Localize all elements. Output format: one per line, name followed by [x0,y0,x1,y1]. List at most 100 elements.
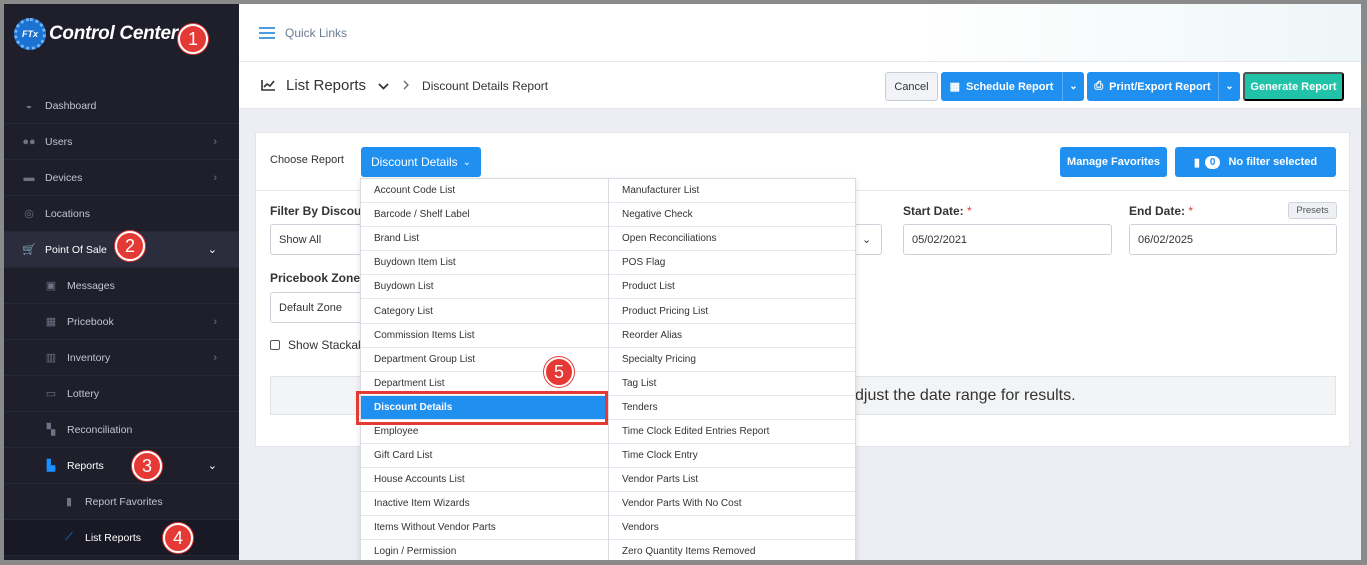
sidebar-item-inventory[interactable]: ▥ Inventory › [4,340,239,376]
bookmark-icon: ▮ [65,496,73,508]
report-menu-item[interactable]: Brand List [361,227,608,252]
schedule-report-label: Schedule Report [966,80,1054,93]
report-menu-item[interactable]: Gift Card List [361,444,608,469]
chevron-right-icon: › [213,351,217,364]
report-menu-item[interactable]: Login / Permission [361,540,608,565]
chevron-down-icon: ⌄ [462,156,472,168]
generate-report-button[interactable]: Generate Report [1243,72,1344,101]
filter-text: No filter selected [1228,156,1318,168]
sidebar-item-label: List Reports [85,531,142,544]
chevron-right-icon: › [213,135,217,148]
cancel-button[interactable]: Cancel [885,72,938,101]
sidebar-item-label: Reconciliation [67,423,133,436]
filter-icon: ▮ [1193,156,1200,169]
show-stackable-label: Show Stackab [288,338,365,352]
annotation-badge-5: 5 [544,357,574,387]
calendar-icon: ▦ [949,81,960,93]
required-marker: * [967,204,972,218]
chevron-right-icon: › [213,315,217,328]
report-menu-item[interactable]: Manufacturer List [609,179,855,204]
presets-button[interactable]: Presets [1288,202,1337,219]
report-menu-item[interactable]: Time Clock Entry [609,444,855,469]
report-menu-item[interactable]: Items Without Vendor Parts [361,516,608,541]
inventory-icon: ▥ [45,352,57,364]
sidebar-item-devices[interactable]: ▬ Devices › [4,160,239,196]
sidebar-item-list-reports[interactable]: ⟋ List Reports [4,520,239,556]
sidebar-item-label: Messages [67,279,115,292]
report-menu-right-column: Manufacturer List Negative Check Open Reco… [608,179,855,565]
report-menu-item[interactable]: Commission Items List [361,324,608,348]
report-menu-item[interactable]: Time Clock Edited Entries Report [609,420,855,445]
report-menu-item[interactable]: Category List [361,299,608,324]
report-menu-item[interactable]: Open Reconciliations [609,227,855,252]
pricebook-zone-select[interactable]: Default Zone [270,292,370,323]
calculator-icon: ▦ [45,316,57,328]
report-menu-item[interactable]: Buydown Item List [361,251,608,276]
report-menu-item[interactable]: Zero Quantity Items Removed [609,540,855,565]
sidebar-item-dashboard[interactable]: ◒ Dashboard [4,88,239,124]
chevron-down-icon[interactable]: ⌄ [1218,72,1240,101]
end-date-input[interactable]: 06/02/2025 [1129,224,1337,255]
report-menu-item[interactable]: Product Pricing List [609,299,855,324]
chevron-right-icon [403,79,410,93]
sidebar-item-reconciliation[interactable]: ▚ Reconciliation [4,412,239,448]
filter-by-select[interactable]: Show All [270,224,370,255]
sidebar-item-reports[interactable]: ▙ Reports ⌄ [4,448,239,484]
report-menu-item[interactable]: Specialty Pricing [609,348,855,372]
chevron-down-icon: ⌄ [207,244,217,256]
report-menu-item[interactable]: Tenders [609,396,855,420]
sidebar-item-lottery[interactable]: ▭ Lottery [4,376,239,412]
sidebar-item-report-favorites[interactable]: ▮ Report Favorites [4,484,239,520]
report-menu-item[interactable]: Inactive Item Wizards [361,492,608,517]
sidebar-item-locations[interactable]: ◎ Locations [4,196,239,232]
manage-favorites-button[interactable]: Manage Favorites [1060,147,1167,177]
location-pin-icon: ◎ [24,208,34,220]
report-menu-item[interactable]: Product List [609,275,855,300]
filter-button[interactable]: ▮ 0 No filter selected [1175,147,1336,177]
checkbox-icon[interactable] [270,340,280,350]
brand-name: Control Center [49,23,178,44]
report-menu-item[interactable]: Reorder Alias [609,324,855,348]
report-menu-item[interactable]: Barcode / Shelf Label [361,203,608,228]
sidebar-item-users[interactable]: ●● Users › [4,124,239,160]
end-date-label-text: End Date: [1129,204,1186,218]
print-export-label: Print/Export Report [1109,80,1211,93]
notice-text: djust the date range for results. [855,386,1076,404]
annotation-badge-2: 2 [115,231,145,261]
menu-toggle-icon[interactable] [259,26,275,39]
report-menu-item[interactable]: Vendors [609,516,855,541]
report-menu-item[interactable]: Buydown List [361,275,608,300]
schedule-report-button[interactable]: ▦ Schedule Report ⌄ [941,72,1084,101]
print-export-button[interactable]: ⎙ Print/Export Report ⌄ [1087,72,1240,101]
required-marker: * [1188,204,1194,218]
start-date-input[interactable]: 05/02/2021 [903,224,1112,255]
annotation-badge-4: 4 [163,523,193,553]
report-menu-item[interactable]: Tag List [609,372,855,396]
show-stackable-checkbox[interactable]: Show Stackab [270,338,365,352]
report-menu-item[interactable]: Negative Check [609,203,855,228]
sidebar-item-pricebook[interactable]: ▦ Pricebook › [4,304,239,340]
sidebar-item-label: Reports [67,459,104,472]
sidebar-item-label: Report Favorites [85,495,163,508]
sidebar-item-messages[interactable]: ▣ Messages [4,268,239,304]
report-menu-item[interactable]: Account Code List [361,179,608,204]
report-selector[interactable]: Discount Details ⌄ [361,147,481,177]
report-menu-item[interactable]: Vendor Parts List [609,468,855,493]
chevron-down-icon[interactable]: ⌄ [1062,72,1084,101]
report-menu-item[interactable]: POS Flag [609,251,855,276]
top-bar: Quick Links [239,4,1361,62]
sidebar-nav: ◒ Dashboard ●● Users › ▬ Devices › ◎ Loc… [4,88,239,556]
chevron-right-icon: › [213,171,217,184]
page-header: List Reports Discount Details Report Can… [239,63,1361,109]
filter-by-label: Filter By Discou [270,204,362,218]
start-date-label: Start Date: * [903,204,972,218]
quick-links[interactable]: Quick Links [285,26,347,40]
start-date-label-text: Start Date: [903,204,964,218]
chevron-down-icon: ⌄ [862,234,872,246]
filter-count-badge: 0 [1204,155,1221,169]
sidebar-item-label: Pricebook [67,315,114,328]
report-menu-item[interactable]: House Accounts List [361,468,608,493]
filter-select-chevron[interactable]: ⌄ [854,224,882,255]
report-menu-item[interactable]: Vendor Parts With No Cost [609,492,855,517]
chevron-down-icon[interactable] [378,79,389,93]
